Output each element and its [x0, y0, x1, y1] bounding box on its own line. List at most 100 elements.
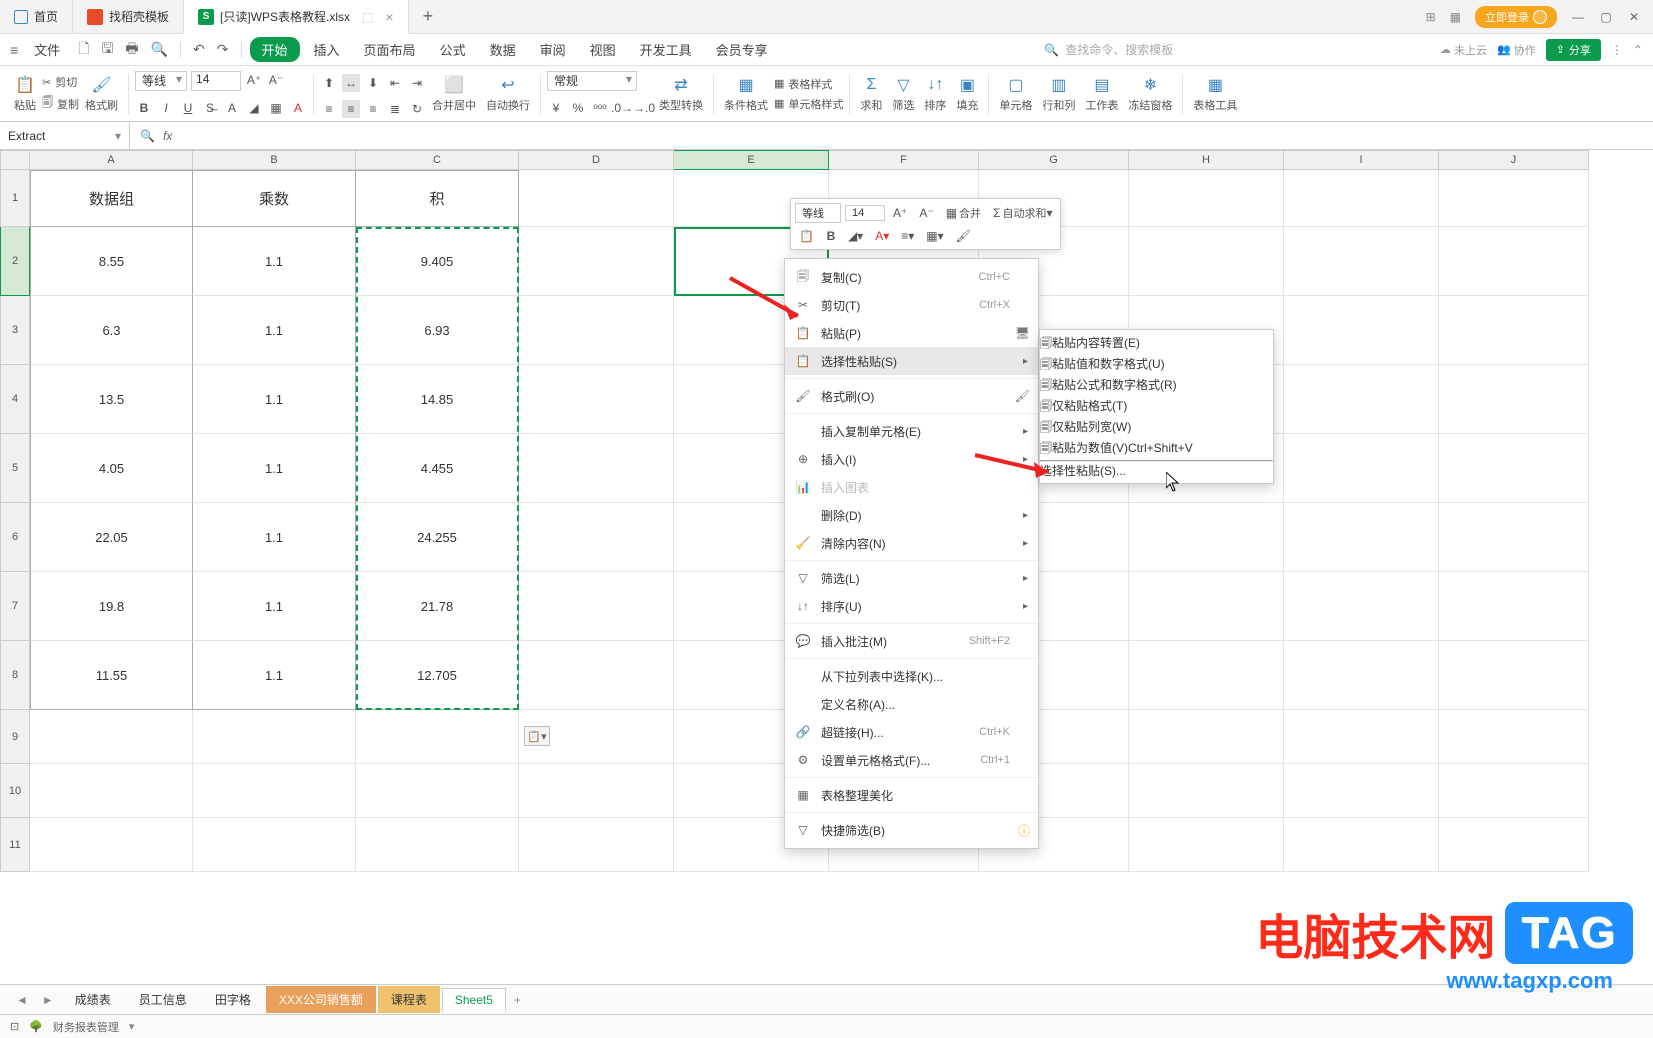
cell-B9[interactable] [193, 710, 356, 764]
number-format-select[interactable]: 常规▾ [547, 71, 637, 91]
sub-paste-formula-numfmt[interactable]: 🗐粘贴公式和数字格式(R) [1040, 376, 1273, 397]
align-right-icon[interactable]: ≡ [364, 100, 382, 118]
cell-C10[interactable] [356, 764, 519, 818]
cell-B10[interactable] [193, 764, 356, 818]
add-sheet-button[interactable]: + [508, 993, 527, 1007]
apps-icon[interactable]: ▦ [1450, 10, 1461, 24]
save-icon[interactable]: 🖫 [97, 34, 117, 66]
command-search[interactable]: 🔍 查找命令、搜索模板 [1044, 41, 1173, 58]
ctx-copy[interactable]: 🗐复制(C)Ctrl+C [785, 263, 1038, 291]
row-header-4[interactable]: 4 [0, 365, 30, 434]
menu-member[interactable]: 会员专享 [706, 36, 778, 63]
ctx-cut[interactable]: ✂剪切(T)Ctrl+X [785, 291, 1038, 319]
fx-icon[interactable]: fx [163, 129, 172, 143]
cell-B3[interactable]: 1.1 [193, 296, 356, 365]
cell-H8[interactable] [1129, 641, 1284, 710]
align-bottom-icon[interactable]: ⬇ [364, 74, 382, 92]
sub-paste-colwidth[interactable]: 🗐仅粘贴列宽(W) [1040, 418, 1273, 439]
mini-bold-button[interactable]: B [822, 227, 840, 245]
print-preview-icon[interactable]: 🔍 [147, 37, 172, 62]
cell-C4[interactable]: 14.85 [356, 365, 519, 434]
cell-H11[interactable] [1129, 818, 1284, 872]
menu-formula[interactable]: 公式 [430, 36, 476, 63]
paste-button[interactable]: 📋粘贴 [10, 75, 40, 113]
increase-font-icon[interactable]: A⁺ [245, 71, 263, 89]
font-name-select[interactable]: 等线▾ [135, 71, 187, 91]
filter-button[interactable]: ▽筛选 [888, 75, 918, 113]
more-icon[interactable]: ⋮ [1611, 43, 1623, 57]
sub-paste-transpose[interactable]: 🗐粘贴内容转置(E) [1040, 334, 1273, 355]
hamburger-icon[interactable]: ≡ [10, 42, 18, 58]
ctx-insert-comment[interactable]: 💬插入批注(M)Shift+F2 [785, 627, 1038, 655]
cell-C11[interactable] [356, 818, 519, 872]
mini-autosum-button[interactable]: Σ自动求和▾ [989, 203, 1056, 223]
col-header-H[interactable]: H [1129, 150, 1284, 170]
cell-D5[interactable] [519, 434, 674, 503]
cell-J8[interactable] [1439, 641, 1589, 710]
cell-I11[interactable] [1284, 818, 1439, 872]
maximize-icon[interactable]: ▢ [1599, 10, 1613, 24]
cell-A4[interactable]: 13.5 [30, 365, 193, 434]
cell-J5[interactable] [1439, 434, 1589, 503]
cell-J10[interactable] [1439, 764, 1589, 818]
cell-I4[interactable] [1284, 365, 1439, 434]
cell-C8[interactable]: 12.705 [356, 641, 519, 710]
cell-C5[interactable]: 4.455 [356, 434, 519, 503]
mini-font-name[interactable]: 等线 [795, 203, 841, 223]
cell-style-button[interactable]: ▦单元格样式 [774, 96, 843, 112]
cell-I2[interactable] [1284, 227, 1439, 296]
cell-B4[interactable]: 1.1 [193, 365, 356, 434]
sheet-tab-5[interactable]: Sheet5 [442, 988, 506, 1012]
mini-format-painter-icon[interactable]: 🖌 [952, 227, 975, 245]
print-icon[interactable]: 🖶 [121, 34, 142, 66]
col-header-I[interactable]: I [1284, 150, 1439, 170]
cell-A11[interactable] [30, 818, 193, 872]
cell-H10[interactable] [1129, 764, 1284, 818]
sheet-tab-1[interactable]: 员工信息 [126, 986, 200, 1013]
cell-A5[interactable]: 4.05 [30, 434, 193, 503]
indent-decrease-icon[interactable]: ⇤ [386, 74, 404, 92]
cell-D11[interactable] [519, 818, 674, 872]
collapse-ribbon-icon[interactable]: ⌃ [1633, 43, 1643, 57]
worksheet-button[interactable]: ▤工作表 [1081, 75, 1122, 113]
sheet-tab-4[interactable]: 课程表 [378, 986, 440, 1013]
cell-A1[interactable]: 数据组 [30, 170, 193, 227]
cell-I7[interactable] [1284, 572, 1439, 641]
tab-home[interactable]: 首页 [0, 0, 73, 34]
ctx-clear[interactable]: 🧹清除内容(N)▸ [785, 529, 1038, 557]
cell-A6[interactable]: 22.05 [30, 503, 193, 572]
cell-B1[interactable]: 乘数 [193, 170, 356, 227]
format-painter-button[interactable]: 🖌格式刷 [81, 75, 122, 113]
menu-file[interactable]: 文件 [24, 36, 70, 63]
cell-I8[interactable] [1284, 641, 1439, 710]
name-box[interactable]: Extract ▾ [0, 123, 130, 149]
cell-D3[interactable] [519, 296, 674, 365]
ctx-table-beautify[interactable]: ▦表格整理美化 [785, 781, 1038, 809]
currency-icon[interactable]: ¥ [547, 99, 565, 117]
menu-start[interactable]: 开始 [250, 37, 300, 62]
cell-H7[interactable] [1129, 572, 1284, 641]
cell-D2[interactable] [519, 227, 674, 296]
tab-template[interactable]: 找稻壳模板 [73, 0, 184, 34]
cell-B2[interactable]: 1.1 [193, 227, 356, 296]
redo-icon[interactable]: ↷ [213, 37, 233, 62]
type-convert-button[interactable]: ⇄类型转换 [655, 75, 707, 113]
align-top-icon[interactable]: ⬆ [320, 74, 338, 92]
menu-devtools[interactable]: 开发工具 [630, 36, 702, 63]
cell-I6[interactable] [1284, 503, 1439, 572]
cell-B11[interactable] [193, 818, 356, 872]
login-button[interactable]: 立即登录 [1475, 6, 1557, 28]
table-tools-button[interactable]: ▦表格工具 [1189, 75, 1241, 113]
ctx-paste[interactable]: 📋粘贴(P)🖥 [785, 319, 1038, 347]
cell-C2[interactable]: 9.405 [356, 227, 519, 296]
row-header-2[interactable]: 2 [0, 227, 30, 296]
new-doc-icon[interactable]: 🗋 [74, 34, 93, 66]
cell-J4[interactable] [1439, 365, 1589, 434]
ctx-paste-special[interactable]: 📋选择性粘贴(S)▸ [785, 347, 1038, 375]
sheet-tab-0[interactable]: 成绩表 [62, 986, 124, 1013]
col-header-E[interactable]: E [674, 150, 829, 170]
cell-H2[interactable] [1129, 227, 1284, 296]
ctx-hyperlink[interactable]: 🔗超链接(H)...Ctrl+K [785, 718, 1038, 746]
align-center-icon[interactable]: ≡ [342, 100, 360, 118]
font-size-select[interactable]: 14 [191, 71, 241, 91]
